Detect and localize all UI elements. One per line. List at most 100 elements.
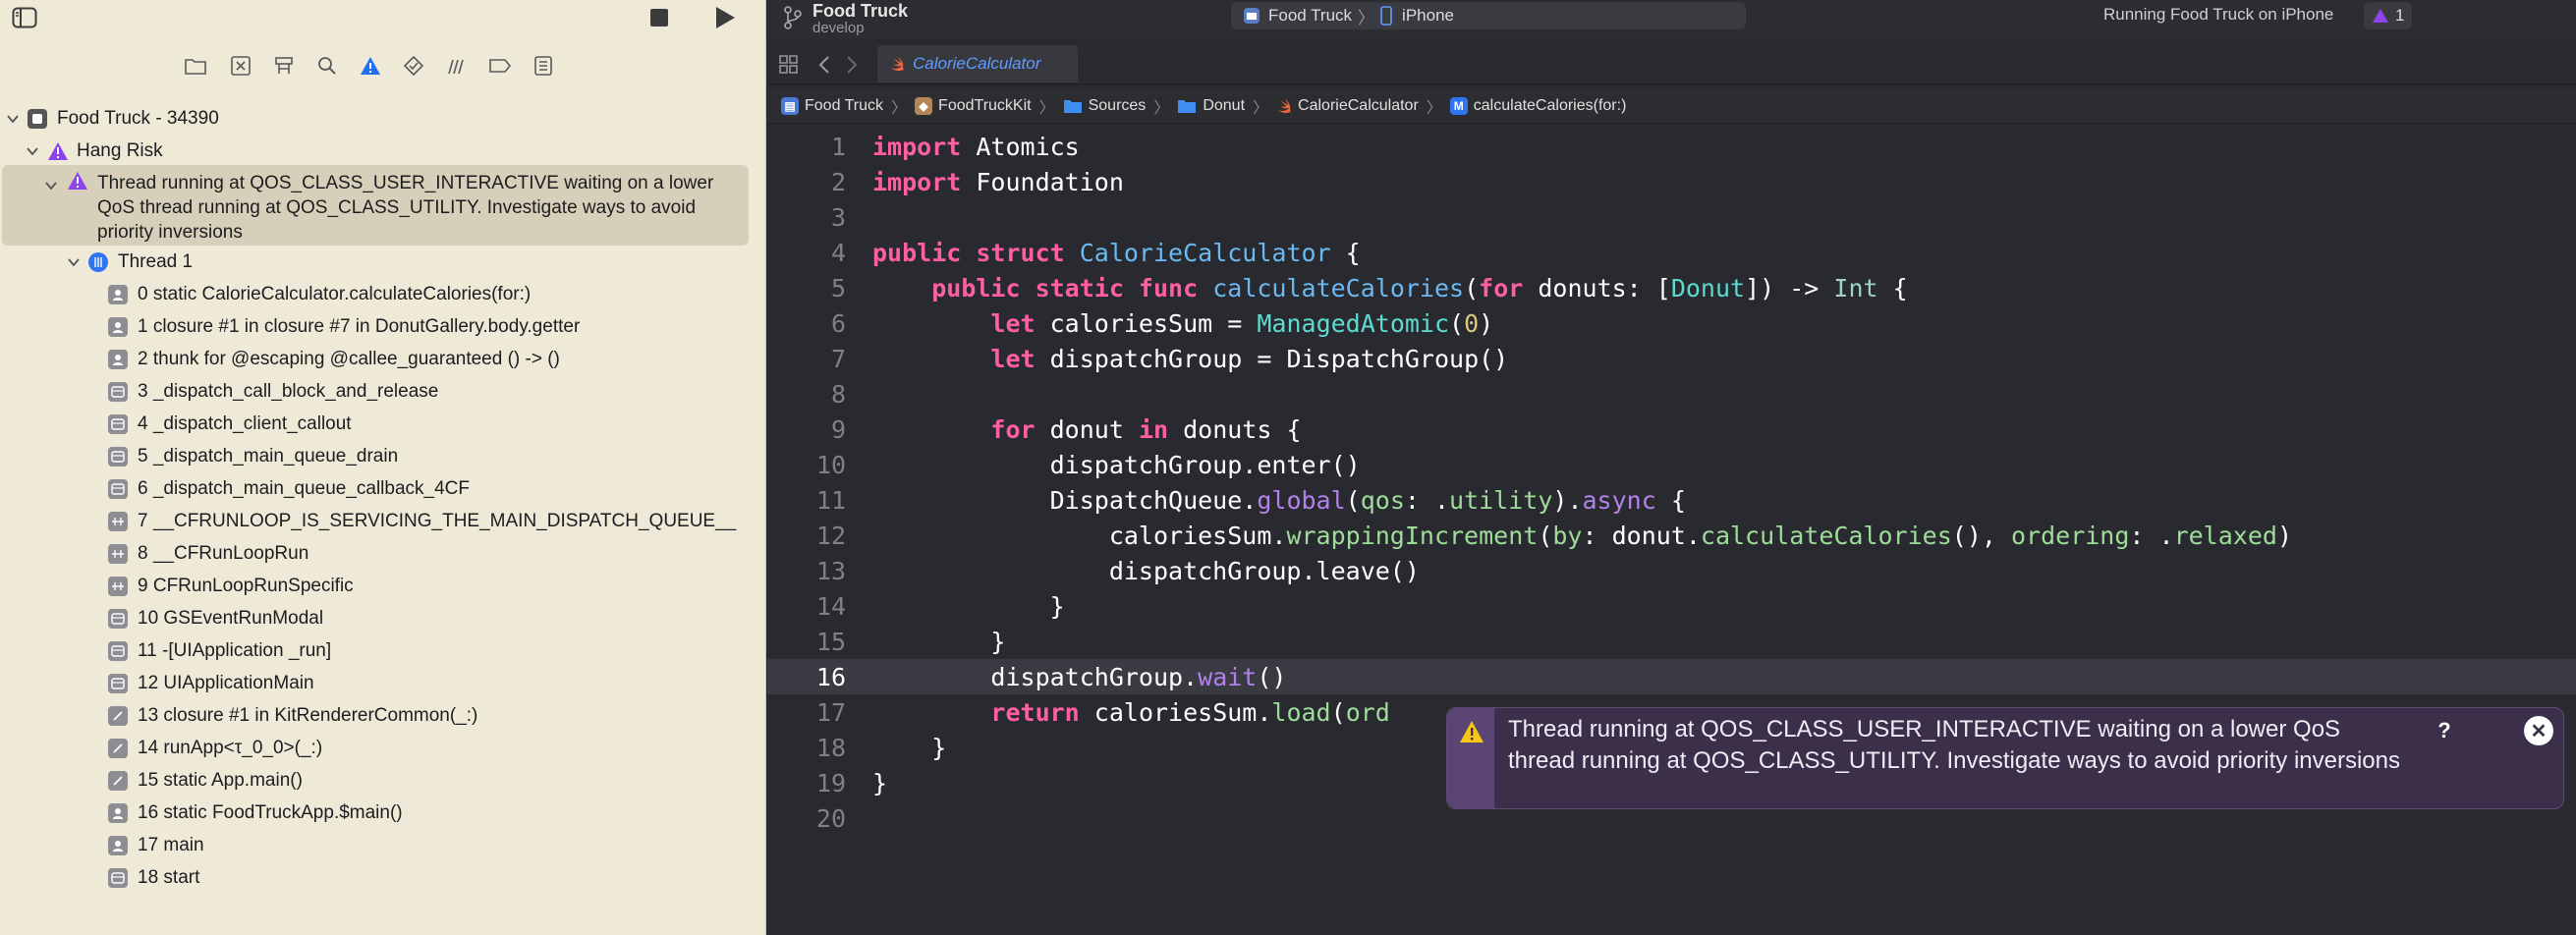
library-icon xyxy=(108,608,128,629)
tab-calorie-calculator[interactable]: CalorieCalculator xyxy=(877,45,1078,82)
activity-status: Running Food Truck on iPhone xyxy=(2103,5,2334,24)
folder-icon xyxy=(1063,98,1083,114)
breadcrumb-file[interactable]: CalorieCalculator xyxy=(1276,97,1419,115)
library-icon xyxy=(108,478,128,499)
user-code-icon xyxy=(108,802,128,823)
library-icon xyxy=(108,446,128,467)
warning-icon xyxy=(47,141,69,161)
thread-row[interactable]: Thread 1 xyxy=(0,246,766,278)
find-icon[interactable] xyxy=(314,53,340,79)
code-line: 14 } xyxy=(815,591,1065,621)
symbol-icon[interactable] xyxy=(271,53,297,79)
issue-popover[interactable]: Thread running at QOS_CLASS_USER_INTERAC… xyxy=(1446,707,2564,809)
source-control-icon[interactable] xyxy=(228,53,253,79)
folder-icon[interactable] xyxy=(183,53,208,79)
stack-frame-row[interactable]: 2 thunk for @escaping @callee_guaranteed… xyxy=(0,343,766,375)
code-line: 8 xyxy=(830,379,846,409)
sidebar-toggle-icon[interactable] xyxy=(10,3,39,32)
code-line: 1 import Atomics xyxy=(830,132,1080,161)
source-editor[interactable]: 1 import Atomics 2 import Foundation 3 4 pu… xyxy=(767,125,2576,935)
framework-icon xyxy=(108,543,128,564)
debug-navigator-icon[interactable] xyxy=(444,53,470,79)
code-line: 6 let caloriesSum = ManagedAtomic(0) xyxy=(830,308,1494,338)
stack-frame-row[interactable]: 11 -[UIApplication _run] xyxy=(0,634,766,667)
stack-frame-row[interactable]: 6 _dispatch_main_queue_callback_4CF xyxy=(0,472,766,505)
swift-file-icon xyxy=(889,56,905,72)
stack-frame-row[interactable]: 8 __CFRunLoopRun xyxy=(0,537,766,570)
code-line: 15 } xyxy=(815,627,1006,656)
stack-frame-row[interactable]: 10 GSEventRunModal xyxy=(0,602,766,634)
stop-icon[interactable] xyxy=(644,3,674,32)
user-code-icon xyxy=(108,316,128,337)
chevron-right-icon: 〉 xyxy=(1426,99,1442,117)
library-icon xyxy=(108,413,128,434)
destination-name: iPhone xyxy=(1402,6,1454,25)
breakpoint-navigator-icon[interactable] xyxy=(487,53,513,79)
branch-icon xyxy=(783,6,803,34)
process-row[interactable]: Food Truck - 34390 xyxy=(0,102,766,135)
stack-frame-row[interactable]: 0 static CalorieCalculator.calculateCalo… xyxy=(0,278,766,310)
stack-frame-row[interactable]: 7 __CFRUNLOOP_IS_SERVICING_THE_MAIN_DISP… xyxy=(0,505,766,537)
project-name: Food Truck xyxy=(812,1,909,21)
breadcrumb-method[interactable]: M calculateCalories(for:) xyxy=(1449,96,1626,115)
stack-frame-row[interactable]: 16 static FoodTruckApp.$main() xyxy=(0,797,766,829)
library-icon xyxy=(108,381,128,402)
category-row[interactable]: Hang Risk xyxy=(0,135,766,167)
breadcrumb-folder-sources[interactable]: Sources xyxy=(1063,97,1146,115)
help-button[interactable]: ? xyxy=(2430,716,2459,745)
stack-frame-row[interactable]: 5 _dispatch_main_queue_drain xyxy=(0,440,766,472)
package-icon: ◆ xyxy=(915,96,933,115)
swiftui-icon xyxy=(108,770,128,791)
user-code-icon xyxy=(108,835,128,855)
stack-frame-row[interactable]: 17 main xyxy=(0,829,766,861)
forward-icon[interactable] xyxy=(846,55,858,80)
breadcrumb-project[interactable]: ▤ Food Truck xyxy=(781,96,883,115)
report-navigator-icon[interactable] xyxy=(531,53,556,79)
code-line: 5 public static func calculateCalories(f… xyxy=(830,273,1908,302)
stack-frame-row[interactable]: 15 static App.main() xyxy=(0,764,766,797)
stack-frame-row[interactable]: 4 _dispatch_client_callout xyxy=(0,408,766,440)
stack-frame-row[interactable]: 3 _dispatch_call_block_and_release xyxy=(0,375,766,408)
window-toolbar: Food Truck develop Food Truck 〉 iPhone R… xyxy=(767,0,2576,39)
app-icon: ▤ xyxy=(781,96,799,115)
chevron-down-icon[interactable] xyxy=(4,114,22,123)
issue-row[interactable]: Thread running at QOS_CLASS_USER_INTERAC… xyxy=(2,165,749,246)
issue-count-badge[interactable]: 1 xyxy=(2364,2,2413,29)
breadcrumb-folder-donut[interactable]: Donut xyxy=(1177,97,1245,115)
warning-icon xyxy=(67,171,88,195)
branch-name: develop xyxy=(812,20,865,36)
swiftui-icon xyxy=(108,738,128,758)
chevron-down-icon[interactable] xyxy=(45,177,57,194)
code-line: 12 caloriesSum.wrappingIncrement(by: don… xyxy=(815,521,2292,550)
close-button[interactable]: ✕ xyxy=(2524,716,2553,745)
code-line: 3 xyxy=(830,202,846,232)
code-line: 13 dispatchGroup.leave() xyxy=(815,556,1420,585)
back-icon[interactable] xyxy=(818,55,830,80)
iphone-icon xyxy=(1380,6,1392,26)
app-icon xyxy=(1243,7,1260,25)
issue-navigator-icon[interactable] xyxy=(358,53,383,79)
thread-icon xyxy=(88,251,108,272)
chevron-down-icon[interactable] xyxy=(24,146,41,155)
stack-frame-row[interactable]: 14 runApp<τ_0_0>(_:) xyxy=(0,732,766,764)
current-code-line: 16 dispatchGroup.wait() xyxy=(767,659,2576,694)
grid-icon[interactable] xyxy=(779,55,799,80)
code-line: 10 dispatchGroup.enter() xyxy=(815,450,1361,479)
stack-frame-row[interactable]: 1 closure #1 in closure #7 in DonutGalle… xyxy=(0,310,766,343)
chevron-down-icon[interactable] xyxy=(65,257,83,266)
breadcrumb-package[interactable]: ◆ FoodTruckKit xyxy=(915,96,1032,115)
stack-frame-row[interactable]: 18 start xyxy=(0,861,766,894)
user-code-icon xyxy=(108,284,128,304)
test-navigator-icon[interactable] xyxy=(401,53,426,79)
stack-frame-row[interactable]: 12 UIApplicationMain xyxy=(0,667,766,699)
chevron-right-icon: 〉 xyxy=(1253,99,1269,117)
library-icon xyxy=(108,673,128,693)
library-icon xyxy=(108,640,128,661)
stack-frame-row[interactable]: 13 closure #1 in KitRendererCommon(_:) xyxy=(0,699,766,732)
chevron-right-icon: 〉 xyxy=(1358,8,1375,28)
run-icon[interactable] xyxy=(709,3,741,32)
chevron-right-icon: 〉 xyxy=(1153,99,1170,117)
scheme-selector[interactable]: Food Truck 〉 iPhone xyxy=(1231,2,1746,29)
navigator-selector-bar xyxy=(0,47,766,84)
stack-frame-row[interactable]: 9 CFRunLoopRunSpecific xyxy=(0,570,766,602)
